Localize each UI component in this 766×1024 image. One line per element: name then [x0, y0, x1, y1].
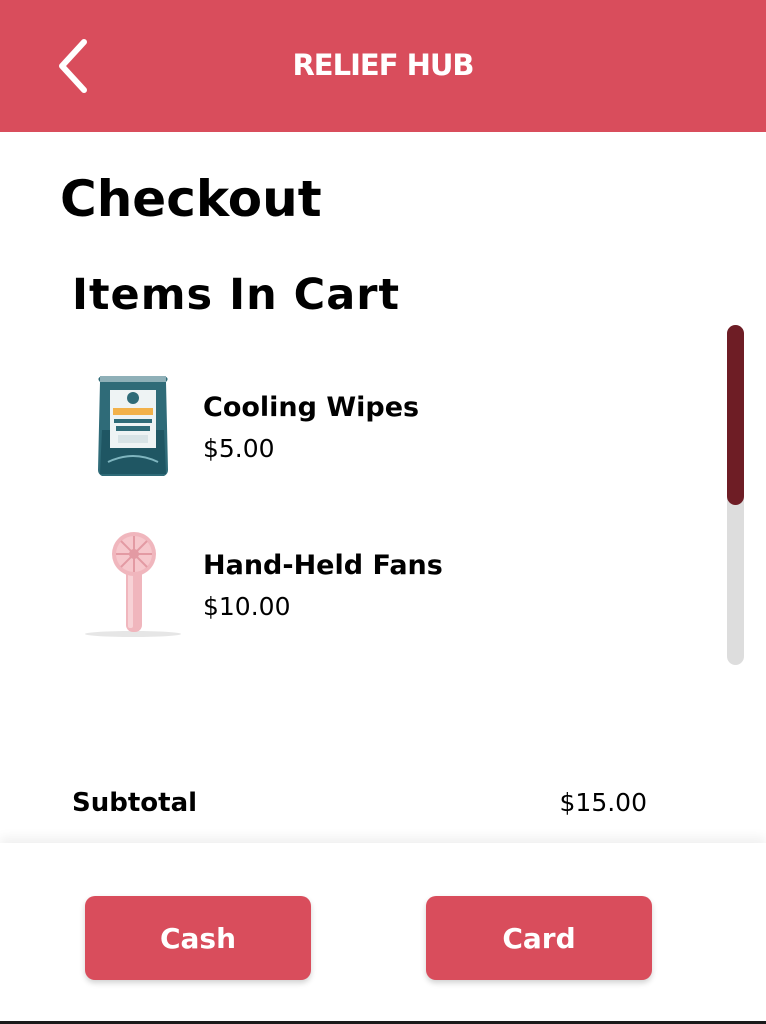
body-wipes-pack-icon	[78, 370, 188, 485]
item-price: $10.00	[203, 592, 291, 621]
scrollbar-thumb[interactable]	[727, 325, 744, 505]
cart-heading: Items In Cart	[72, 270, 401, 320]
handheld-fan-icon	[78, 528, 188, 643]
page-title: Checkout	[60, 170, 322, 228]
subtotal-label: Subtotal	[72, 788, 198, 818]
subtotal-value: $15.00	[559, 788, 647, 817]
item-name: Hand-Held Fans	[203, 550, 443, 581]
item-price: $5.00	[203, 434, 275, 463]
card-button[interactable]: Card	[426, 896, 652, 980]
item-name: Cooling Wipes	[203, 392, 420, 423]
cart-item-hand-held-fans[interactable]: Hand-Held Fans $10.00	[78, 528, 678, 648]
app-header: RELIEF HUB	[0, 0, 766, 132]
cart-item-cooling-wipes[interactable]: Cooling Wipes $5.00	[78, 370, 678, 490]
cart-list[interactable]: Cooling Wipes $5.00 Hand-Held Fans $10.0…	[0, 350, 766, 680]
app-title: RELIEF HUB	[292, 48, 474, 82]
cart-scrollbar[interactable]	[727, 325, 744, 665]
checkout-screen: RELIEF HUB Checkout Items In Cart Coolin…	[0, 0, 766, 1024]
payment-panel: Cash Card	[0, 843, 766, 1024]
cash-button[interactable]: Cash	[85, 896, 311, 980]
